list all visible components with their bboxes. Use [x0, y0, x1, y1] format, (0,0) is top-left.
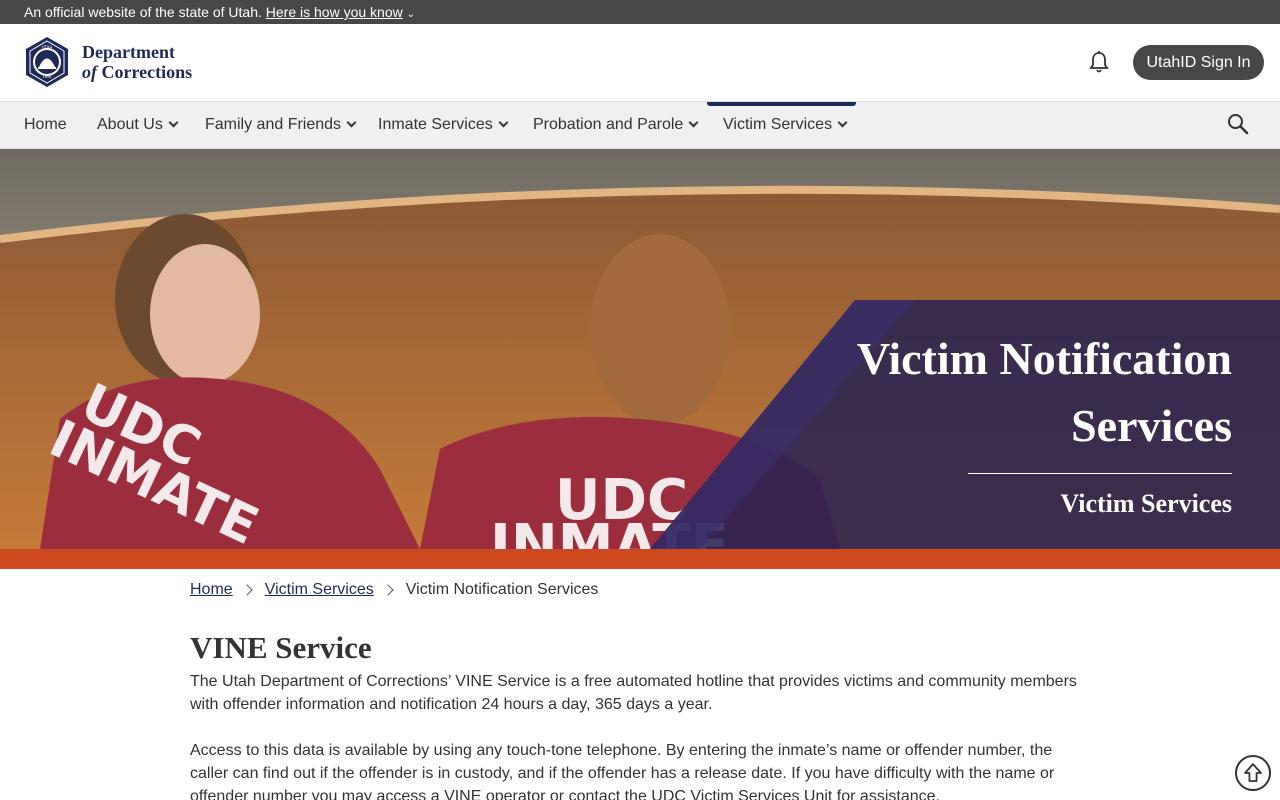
nav-item-label: Probation and Parole	[533, 116, 684, 133]
site-header: UTAH 1896 Department of Corrections Utah…	[0, 24, 1280, 102]
chevron-down-icon	[346, 117, 357, 128]
how-you-know-link[interactable]: Here is how you know	[266, 4, 403, 20]
breadcrumb-home-link[interactable]: Home	[190, 581, 233, 599]
nav-item-inmate-services[interactable]: Inmate Services	[378, 102, 509, 149]
search-icon[interactable]	[1227, 113, 1249, 135]
chevron-right-icon	[241, 584, 253, 596]
nav-item-about-us[interactable]: About Us	[97, 102, 179, 149]
official-banner-text: An official website of the state of Utah…	[24, 4, 262, 20]
nav-item-label: Family and Friends	[205, 116, 342, 133]
hero-divider	[968, 473, 1232, 474]
utah-seal-icon: UTAH 1896	[26, 37, 68, 87]
breadcrumb: Home Victim Services Victim Notification…	[190, 581, 598, 599]
accent-bar	[0, 549, 1280, 569]
back-to-top-button[interactable]	[1235, 755, 1271, 791]
hero-title: Victim Notification Services	[712, 325, 1232, 459]
nav-item-label: Victim Services	[723, 116, 833, 133]
nav-item-label: Inmate Services	[378, 116, 493, 133]
logo-line-of: of	[82, 62, 97, 82]
chevron-down-icon	[498, 117, 509, 128]
paragraph-access: Access to this data is available by usin…	[190, 742, 1055, 800]
hero-title-line2: Services	[1071, 400, 1232, 451]
breadcrumb-victim-services-link[interactable]: Victim Services	[265, 581, 374, 599]
utahid-sign-in-button[interactable]: UtahID Sign In	[1133, 45, 1264, 80]
chevron-down-icon	[168, 117, 179, 128]
hero-subtitle: Victim Services	[1060, 489, 1232, 518]
breadcrumb-current: Victim Notification Services	[405, 581, 599, 598]
nav-item-label: Home	[24, 116, 67, 133]
main-content: VINE Service The Utah Department of Corr…	[190, 628, 1090, 800]
site-logo[interactable]: UTAH 1896 Department of Corrections	[24, 36, 192, 88]
bell-icon[interactable]	[1088, 50, 1110, 74]
svg-text:UTAH: UTAH	[42, 45, 53, 50]
chevron-down-icon	[688, 117, 699, 128]
nav-item-probation-and-parole[interactable]: Probation and Parole	[533, 102, 699, 149]
nav-item-home[interactable]: Home	[24, 102, 67, 149]
logo-line-corrections: Corrections	[101, 62, 193, 82]
hero-title-line1: Victim Notification	[856, 333, 1232, 384]
logo-line-department: Department	[82, 42, 175, 62]
nav-item-label: About Us	[97, 116, 163, 133]
chevron-right-icon	[382, 584, 394, 596]
paragraph-intro: The Utah Department of Corrections’ VINE…	[190, 673, 1077, 713]
chevron-down-icon	[837, 117, 848, 128]
arrow-up-icon	[1244, 763, 1262, 782]
svg-text:1896: 1896	[43, 75, 52, 79]
page-heading: VINE Service	[190, 630, 372, 665]
nav-item-victim-services[interactable]: Victim Services	[723, 102, 848, 149]
hero-banner: UDC INMATE UDC INMATE Victim Notificatio…	[0, 149, 1280, 549]
nav-item-family-and-friends[interactable]: Family and Friends	[205, 102, 357, 149]
main-navigation: Home About Us Family and Friends Inmate …	[0, 102, 1280, 149]
official-website-banner: An official website of the state of Utah…	[0, 0, 1280, 24]
logo-wordmark: Department of Corrections	[82, 42, 192, 82]
